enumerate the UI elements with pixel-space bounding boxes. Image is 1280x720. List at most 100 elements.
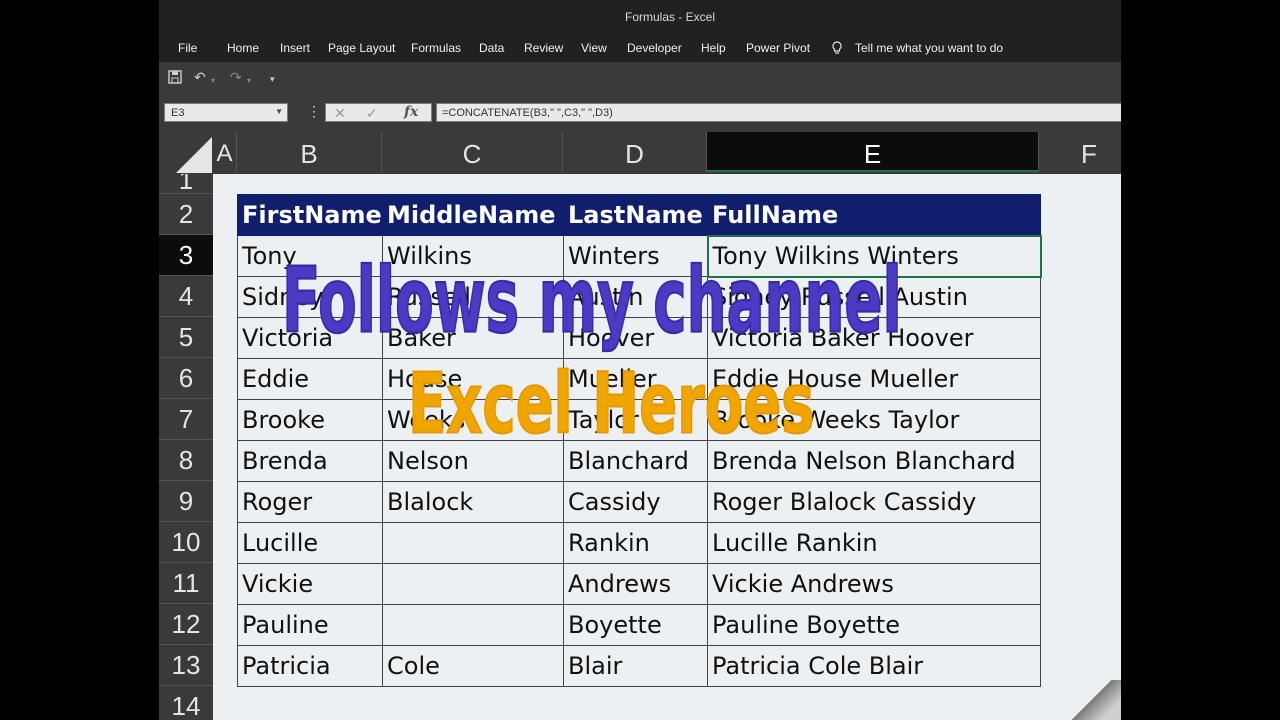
cell[interactable]: Boyette [563, 604, 708, 646]
customize-icon[interactable]: ▾ [270, 72, 275, 86]
cell[interactable]: Brenda [237, 440, 383, 482]
chevron-down-icon[interactable]: ▼ [275, 107, 283, 116]
cell[interactable]: Pauline Boyette [707, 604, 1041, 646]
cell[interactable]: Eddie [237, 358, 383, 400]
tab-power-pivot[interactable]: Power Pivot [746, 41, 810, 55]
cell[interactable]: Patricia Cole Blair [707, 645, 1041, 687]
cell[interactable]: Mueller [563, 358, 708, 400]
cell[interactable]: Baker [382, 317, 564, 359]
cell[interactable]: Vickie Andrews [707, 563, 1041, 605]
tab-view[interactable]: View [581, 41, 607, 55]
tab-page-layout[interactable]: Page Layout [328, 41, 395, 55]
cell[interactable]: Taylor [563, 399, 708, 441]
redo-dropdown-icon[interactable]: ▾ [247, 74, 251, 88]
row-headers: 1 2 3 4 5 6 7 8 9 10 11 12 13 14 [159, 174, 213, 720]
cell[interactable]: Lucille [237, 522, 383, 564]
cell[interactable]: Blair [563, 645, 708, 687]
title-bar: Formulas - Excel [159, 0, 1121, 34]
cell[interactable]: Roger Blalock Cassidy [707, 481, 1041, 523]
header-cell-middlename[interactable]: MiddleName [382, 194, 564, 236]
tab-developer[interactable]: Developer [627, 41, 682, 55]
column-header-b[interactable]: B [237, 132, 382, 172]
row-header-10[interactable]: 10 [159, 522, 213, 563]
cell[interactable]: Winters [563, 235, 708, 277]
row-header-13[interactable]: 13 [159, 645, 213, 686]
cell[interactable]: Andrews [563, 563, 708, 605]
tab-home[interactable]: Home [227, 41, 259, 55]
cell[interactable] [382, 604, 564, 646]
cell[interactable]: Cassidy [563, 481, 708, 523]
tab-help[interactable]: Help [701, 41, 726, 55]
cell[interactable]: Vickie [237, 563, 383, 605]
cell[interactable]: Pauline [237, 604, 383, 646]
cell[interactable]: Wilkins [382, 235, 564, 277]
row-header-8[interactable]: 8 [159, 440, 213, 481]
header-cell-lastname[interactable]: LastName [563, 194, 708, 236]
row-header-12[interactable]: 12 [159, 604, 213, 645]
table-row: Tony Wilkins Winters Tony Wilkins Winter… [237, 234, 1042, 278]
row-header-6[interactable]: 6 [159, 358, 213, 399]
cell[interactable]: Cole [382, 645, 564, 687]
tell-me-search[interactable]: Tell me what you want to do [855, 41, 1003, 55]
quick-access-toolbar: ↶ ▾ ↷ ▾ ▾ [159, 62, 1121, 94]
row-header-1[interactable]: 1 [159, 174, 213, 194]
tab-data[interactable]: Data [479, 41, 504, 55]
name-box[interactable]: E3 ▼ [164, 103, 288, 122]
cell[interactable]: Russell [382, 276, 564, 318]
cell[interactable]: Lucille Rankin [707, 522, 1041, 564]
undo-icon[interactable]: ↶ [194, 70, 206, 84]
cell[interactable]: Brooke Weeks Taylor [707, 399, 1041, 441]
cell[interactable]: Sidney Russell Austin [707, 276, 1041, 318]
active-cell[interactable]: Tony Wilkins Winters [706, 234, 1042, 278]
save-icon[interactable] [168, 70, 182, 86]
cell[interactable]: Eddie House Mueller [707, 358, 1041, 400]
cell[interactable]: Tony [237, 235, 383, 277]
table-row: Sidney Russell Austin Sidney Russell Aus… [237, 276, 1041, 318]
row-header-5[interactable]: 5 [159, 317, 213, 358]
redo-icon[interactable]: ↷ [230, 70, 242, 84]
column-header-e[interactable]: E [707, 132, 1039, 172]
cell[interactable]: Brenda Nelson Blanchard [707, 440, 1041, 482]
column-header-d[interactable]: D [563, 132, 707, 172]
cell[interactable]: Sidney [237, 276, 383, 318]
cell[interactable]: Victoria Baker Hoover [707, 317, 1041, 359]
worksheet-grid[interactable]: FirstName MiddleName LastName FullName T… [213, 174, 1121, 720]
column-header-a[interactable]: A [213, 132, 237, 172]
tab-review[interactable]: Review [524, 41, 563, 55]
cell[interactable] [382, 522, 564, 564]
tab-formulas[interactable]: Formulas [411, 41, 461, 55]
cell[interactable]: Blalock [382, 481, 564, 523]
cell[interactable]: Hoover [563, 317, 708, 359]
column-header-c[interactable]: C [382, 132, 563, 172]
row-header-3[interactable]: 3 [159, 235, 213, 276]
cancel-icon[interactable]: ✕ [334, 105, 346, 122]
more-icon[interactable]: ⋮ [307, 103, 321, 120]
insert-function-button[interactable]: fx [404, 104, 418, 120]
enter-icon[interactable]: ✓ [366, 105, 378, 122]
row-header-7[interactable]: 7 [159, 399, 213, 440]
undo-dropdown-icon[interactable]: ▾ [211, 74, 215, 88]
cell[interactable]: Austin [563, 276, 708, 318]
row-header-2[interactable]: 2 [159, 194, 213, 235]
formula-input[interactable]: =CONCATENATE(B3," ",C3," ",D3) [436, 103, 1121, 122]
cell[interactable]: Blanchard [563, 440, 708, 482]
cell[interactable]: Patricia [237, 645, 383, 687]
row-header-14[interactable]: 14 [159, 686, 213, 720]
cell[interactable]: Nelson [382, 440, 564, 482]
cell[interactable]: House [382, 358, 564, 400]
cell[interactable]: Brooke [237, 399, 383, 441]
tab-file[interactable]: File [178, 41, 197, 55]
header-cell-fullname[interactable]: FullName [707, 194, 1041, 236]
column-header-f[interactable]: F [1039, 132, 1121, 172]
row-header-11[interactable]: 11 [159, 563, 213, 604]
tab-insert[interactable]: Insert [280, 41, 310, 55]
row-header-9[interactable]: 9 [159, 481, 213, 522]
cell[interactable]: Roger [237, 481, 383, 523]
cell[interactable]: Rankin [563, 522, 708, 564]
cell[interactable]: Victoria [237, 317, 383, 359]
cell[interactable]: Weeks [382, 399, 564, 441]
select-all-corner[interactable] [159, 132, 213, 173]
header-cell-firstname[interactable]: FirstName [237, 194, 383, 236]
cell[interactable] [382, 563, 564, 605]
row-header-4[interactable]: 4 [159, 276, 213, 317]
